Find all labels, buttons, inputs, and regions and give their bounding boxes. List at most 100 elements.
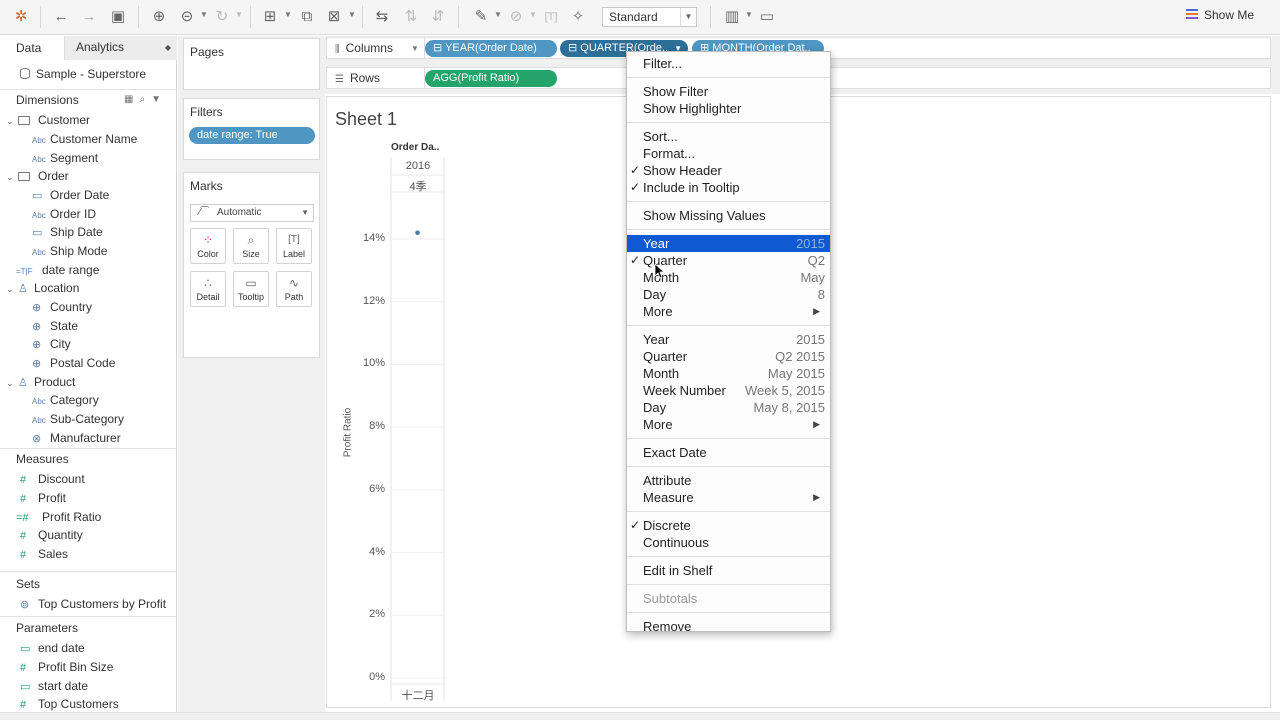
dimension-folder-order[interactable]: ⌄ Order <box>6 169 69 183</box>
chevron-down-icon[interactable]: ▼ <box>284 10 292 19</box>
dimension-field[interactable]: ▭ Order Date <box>32 188 109 202</box>
chevron-down-icon[interactable]: ▼ <box>529 10 537 19</box>
dimension-field[interactable]: Abc Sub-Category <box>32 412 124 426</box>
highlight-icon[interactable]: ✎ <box>470 7 492 27</box>
column-pill-year[interactable]: ⊟ YEAR(Order Date) <box>425 40 557 57</box>
row-pill-profit-ratio[interactable]: AGG(Profit Ratio) <box>425 70 557 87</box>
chevron-down-icon[interactable]: ▼ <box>348 10 356 19</box>
menu-item-format[interactable]: Format... <box>627 145 830 162</box>
dimension-field[interactable]: ⊗ Manufacturer <box>32 431 121 445</box>
parameter-field[interactable]: ▭ end date <box>20 641 85 655</box>
menu-item-day[interactable]: Day May 8, 2015 <box>627 399 830 416</box>
tooltip-button[interactable]: ▭ Tooltip <box>233 271 269 307</box>
duplicate-icon[interactable]: ⧉ <box>296 7 318 27</box>
parameter-field[interactable]: # Profit Bin Size <box>20 660 113 674</box>
sort-desc-icon[interactable]: ⇵ <box>427 7 449 27</box>
undo-icon[interactable]: ← <box>50 7 72 27</box>
chevron-down-icon[interactable]: ▼ <box>745 10 753 19</box>
clear-icon[interactable]: ⊠ <box>323 7 345 27</box>
show-me-button[interactable]: Show Me <box>1186 8 1254 22</box>
menu-item-week-number[interactable]: Week Number Week 5, 2015 <box>627 382 830 399</box>
fit-icon[interactable]: ▥ <box>721 7 743 27</box>
measure-field[interactable]: # Discount <box>20 472 85 486</box>
menu-item-quarter[interactable]: Quarter Q2 2015 <box>627 348 830 365</box>
dimension-field[interactable]: Abc Order ID <box>32 207 96 221</box>
menu-item-show-header[interactable]: ✓ Show Header <box>627 162 830 179</box>
filter-pill[interactable]: date range: True <box>189 127 315 144</box>
dimension-folder-customer[interactable]: ⌄ Customer <box>6 113 90 127</box>
menu-item-filter[interactable]: Filter... <box>627 55 830 72</box>
chevron-down-icon[interactable]: ▼ <box>151 94 167 105</box>
save-icon[interactable]: ▣ <box>107 7 129 27</box>
dimension-field[interactable]: Abc Category <box>32 393 99 407</box>
dimension-field[interactable]: ▭ Ship Date <box>32 225 103 239</box>
dimension-field[interactable]: Abc Customer Name <box>32 132 137 146</box>
menu-item-day[interactable]: Day 8 <box>627 286 830 303</box>
menu-item-year[interactable]: Year 2015 <box>627 331 830 348</box>
data-point[interactable] <box>415 230 420 236</box>
menu-item-month[interactable]: Month May 2015 <box>627 365 830 382</box>
menu-item-year[interactable]: Year 2015 <box>627 235 830 252</box>
mark-type-select[interactable]: ⁄⁀ Automatic ▼ <box>190 204 314 222</box>
menu-item-sort[interactable]: Sort... <box>627 128 830 145</box>
pages-card[interactable]: Pages <box>183 38 320 90</box>
sort-asc-icon[interactable]: ⇅ <box>400 7 422 27</box>
new-worksheet-icon[interactable]: ⊞ <box>259 7 281 27</box>
menu-item-discrete[interactable]: ✓ Discrete <box>627 517 830 534</box>
refresh-icon[interactable]: ↻ <box>211 7 233 27</box>
pin-icon[interactable]: ✧ <box>567 7 589 27</box>
chevron-down-icon[interactable]: ▼ <box>411 38 419 59</box>
menu-item-show-highlighter[interactable]: Show Highlighter <box>627 100 830 117</box>
measure-field[interactable]: # Sales <box>20 547 68 561</box>
menu-item-attribute[interactable]: Attribute <box>627 472 830 489</box>
set-field[interactable]: ⊚ Top Customers by Profit <box>20 597 166 611</box>
path-button[interactable]: ∿ Path <box>276 271 312 307</box>
menu-item-continuous[interactable]: Continuous <box>627 534 830 551</box>
chevron-down-icon[interactable]: ⌄ <box>6 378 18 389</box>
dimension-field[interactable]: Abc Segment <box>32 151 98 165</box>
menu-item-exact-date[interactable]: Exact Date <box>627 444 830 461</box>
chevron-down-icon[interactable]: ⌄ <box>6 116 18 127</box>
menu-item-include-in-tooltip[interactable]: ✓ Include in Tooltip <box>627 179 830 196</box>
chevron-down-icon[interactable]: ⌄ <box>6 284 18 295</box>
menu-item-show-missing-values[interactable]: Show Missing Values <box>627 207 830 224</box>
chevron-down-icon[interactable]: ▼ <box>494 10 502 19</box>
color-button[interactable]: ⁘ Color <box>190 228 226 264</box>
dimension-field[interactable]: ⊕ Postal Code <box>32 356 115 370</box>
y-axis-title[interactable]: Profit Ratio <box>337 397 357 477</box>
labels-icon[interactable]: [T] <box>540 7 562 27</box>
view-mode-select[interactable]: Standard ▼ <box>602 7 697 27</box>
menu-item-remove[interactable]: Remove <box>627 618 830 635</box>
parameter-field[interactable]: ▭ start date <box>20 679 88 693</box>
menu-item-show-filter[interactable]: Show Filter <box>627 83 830 100</box>
menu-item-measure[interactable]: Measure ▶ <box>627 489 830 506</box>
chevron-down-icon[interactable]: ▼ <box>235 10 243 19</box>
size-button[interactable]: ⌕ Size <box>233 228 269 264</box>
group-icon[interactable]: ⊘ <box>505 7 527 27</box>
measure-field[interactable]: =# Profit Ratio <box>16 510 101 524</box>
menu-item-edit-in-shelf[interactable]: Edit in Shelf <box>627 562 830 579</box>
datasource-item[interactable]: Sample - Superstore <box>20 67 146 81</box>
presentation-icon[interactable]: ▭ <box>756 7 778 27</box>
parameter-field[interactable]: # Top Customers <box>20 697 119 711</box>
redo-icon[interactable]: → <box>78 7 100 27</box>
tab-menu-icon[interactable]: ◆ <box>165 36 171 59</box>
dimension-field[interactable]: ⊕ Country <box>32 300 92 314</box>
measure-field[interactable]: # Profit <box>20 491 66 505</box>
chevron-down-icon[interactable]: ⌄ <box>6 172 18 183</box>
dimension-hierarchy-product[interactable]: ⌄ ♙ Product <box>6 375 75 389</box>
dimension-field[interactable]: =T|F date range <box>16 263 99 277</box>
menu-item-more[interactable]: More ▶ <box>627 416 830 433</box>
dimension-field[interactable]: Abc Ship Mode <box>32 244 107 258</box>
menu-item-more[interactable]: More ▶ <box>627 303 830 320</box>
dimension-field[interactable]: ⊕ State <box>32 319 78 333</box>
dimension-field[interactable]: ⊕ City <box>32 337 71 351</box>
pause-icon[interactable]: ⊝ <box>176 7 198 27</box>
dimension-hierarchy-location[interactable]: ⌄ ♙ Location <box>6 281 79 295</box>
view-list-icon[interactable]: ▦ <box>124 94 139 105</box>
tab-data[interactable]: Data <box>0 36 64 60</box>
chevron-down-icon[interactable]: ▼ <box>200 10 208 19</box>
new-datasource-icon[interactable]: ⊕ <box>148 7 170 27</box>
measure-field[interactable]: # Quantity <box>20 528 83 542</box>
detail-button[interactable]: ∴ Detail <box>190 271 226 307</box>
